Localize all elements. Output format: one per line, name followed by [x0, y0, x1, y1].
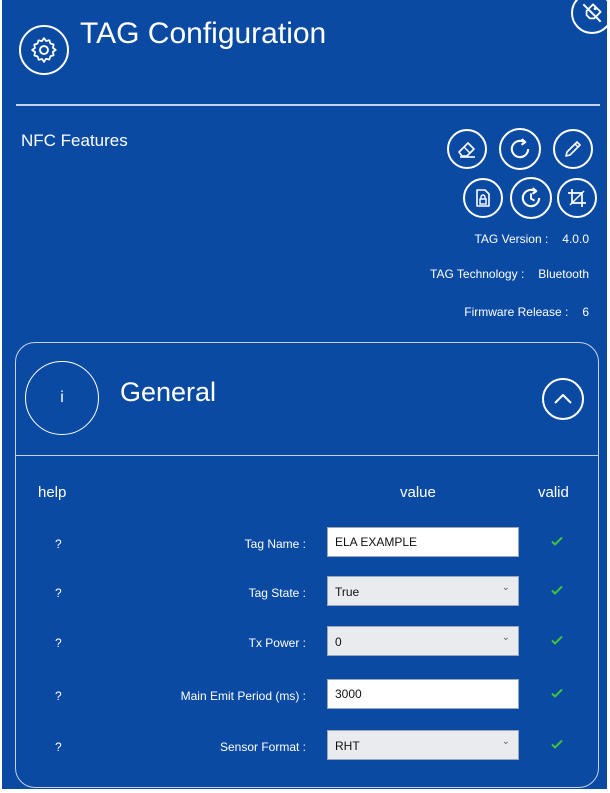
value-column-header: value [400, 484, 436, 501]
check-icon [551, 536, 563, 546]
page-title: TAG Configuration [80, 17, 327, 50]
check-icon [551, 585, 563, 595]
firmware-release-label: Firmware Release : [464, 305, 569, 319]
tx-power-value: 0 [335, 635, 342, 649]
settings-button[interactable] [19, 25, 69, 75]
valid-column-header: valid [538, 484, 569, 501]
gear-icon [31, 37, 57, 63]
tag-version-label: TAG Version : [474, 232, 549, 246]
sensor-format-value: RHT [335, 739, 360, 753]
help-button[interactable]: ? [55, 537, 62, 551]
lock-file-icon [476, 189, 490, 207]
sensor-format-select[interactable]: RHT ⌄ [327, 730, 519, 760]
tag-technology-value: Bluetooth [538, 267, 589, 281]
general-title: General [120, 377, 217, 407]
main-emit-period-label: Main Emit Period (ms) : [180, 689, 306, 703]
check-icon [551, 688, 563, 698]
check-icon [551, 739, 563, 749]
tag-state-row: ? Tag State : True ⌄ [16, 576, 598, 610]
tx-power-select[interactable]: 0 ⌄ [327, 626, 519, 656]
app-window: TAG Configuration NFC Features TAG Versi… [2, 0, 607, 789]
sensor-format-row: ? Sensor Format : RHT ⌄ [16, 730, 598, 764]
chevron-up-icon [554, 394, 572, 404]
tag-state-label: Tag State : [248, 586, 306, 600]
header-divider [16, 104, 600, 106]
no-tag-icon [582, 3, 602, 23]
refresh-button[interactable] [499, 128, 541, 170]
chevron-down-icon: ⌄ [501, 632, 510, 643]
firmware-release-value: 6 [582, 305, 589, 319]
sensor-format-label: Sensor Format : [219, 740, 306, 754]
crop-icon [568, 189, 586, 207]
help-button[interactable]: ? [55, 740, 62, 754]
nfc-features-title: NFC Features [21, 131, 128, 150]
tag-name-input[interactable] [327, 527, 519, 557]
chevron-down-icon: ⌄ [501, 582, 510, 593]
main-emit-period-row: ? Main Emit Period (ms) : [16, 679, 598, 713]
history-button[interactable] [510, 177, 552, 219]
disconnect-tag-button[interactable] [571, 0, 607, 34]
tag-name-label: Tag Name : [244, 537, 306, 551]
edit-button[interactable] [553, 129, 593, 169]
main-emit-period-input[interactable] [327, 679, 519, 709]
help-button[interactable]: ? [55, 689, 62, 703]
check-icon [551, 635, 563, 645]
eraser-icon [458, 142, 475, 158]
firmware-release-line: Firmware Release : 6 [464, 305, 589, 319]
help-button[interactable]: ? [55, 586, 62, 600]
chevron-down-icon: ⌄ [501, 736, 510, 747]
erase-button[interactable] [447, 129, 487, 169]
help-button[interactable]: ? [55, 636, 62, 650]
tag-technology-label: TAG Technology : [430, 267, 525, 281]
refresh-icon [510, 138, 530, 159]
history-icon [521, 187, 541, 208]
lock-file-button[interactable] [463, 178, 503, 218]
tag-state-value: True [335, 585, 360, 599]
crop-button[interactable] [557, 178, 597, 218]
tx-power-row: ? Tx Power : 0 ⌄ [16, 626, 598, 660]
tag-version-line: TAG Version : 4.0.0 [474, 232, 589, 246]
tx-power-label: Tx Power : [248, 636, 306, 650]
info-button[interactable]: i [25, 361, 99, 435]
help-column-header: help [38, 484, 67, 501]
info-icon: i [60, 389, 64, 406]
collapse-button[interactable] [542, 378, 584, 420]
tag-version-value: 4.0.0 [562, 232, 589, 246]
pencil-icon [565, 141, 581, 157]
general-panel: i General help value valid ? Tag Name : … [15, 342, 599, 788]
general-divider [16, 455, 598, 456]
tag-technology-line: TAG Technology : Bluetooth [430, 267, 589, 281]
tag-name-row: ? Tag Name : [16, 527, 598, 561]
tag-state-select[interactable]: True ⌄ [327, 576, 519, 606]
